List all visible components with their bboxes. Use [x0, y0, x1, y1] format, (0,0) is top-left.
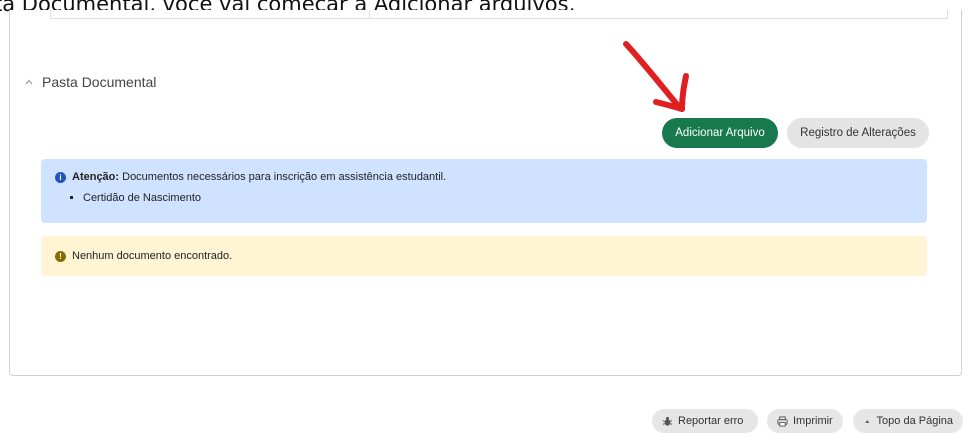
back-to-top-label: Topo da Página	[876, 415, 953, 427]
section-header-pasta-documental[interactable]: Pasta Documental	[24, 72, 156, 92]
chevron-up-icon	[25, 79, 33, 85]
report-error-button[interactable]: Reportar erro	[652, 409, 758, 433]
info-icon: i	[55, 171, 66, 183]
info-alert-line: i Atenção: Documentos necessários para i…	[55, 171, 913, 183]
table-column-divider	[369, 10, 370, 18]
print-button[interactable]: Imprimir	[767, 409, 843, 433]
bug-icon	[662, 416, 673, 426]
back-to-top-button[interactable]: Topo da Página	[853, 409, 963, 433]
info-alert-label: Atenção:	[72, 171, 120, 183]
info-alert: i Atenção: Documentos necessários para i…	[41, 159, 927, 223]
list-item: Certidão de Nascimento	[83, 192, 913, 204]
warning-alert: ! Nenhum documento encontrado.	[41, 236, 927, 276]
print-label: Imprimir	[793, 415, 833, 427]
add-file-button[interactable]: Adicionar Arquivo	[662, 118, 778, 148]
info-alert-message: Documentos necessários para inscrição em…	[122, 171, 447, 183]
caret-up-icon	[865, 419, 870, 423]
report-error-label: Reportar erro	[678, 415, 744, 427]
warning-icon: !	[55, 250, 66, 262]
warning-alert-message: Nenhum documento encontrado.	[72, 250, 233, 262]
required-documents-list: Certidão de Nascimento	[55, 192, 913, 204]
previous-table-bottom	[50, 10, 948, 19]
change-log-button[interactable]: Registro de Alterações	[787, 118, 929, 148]
section-title: Pasta Documental	[42, 74, 157, 90]
hand-drawn-arrow	[623, 41, 689, 112]
printer-icon	[777, 415, 788, 427]
info-alert-text: Atenção: Documentos necessários para ins…	[72, 171, 446, 183]
